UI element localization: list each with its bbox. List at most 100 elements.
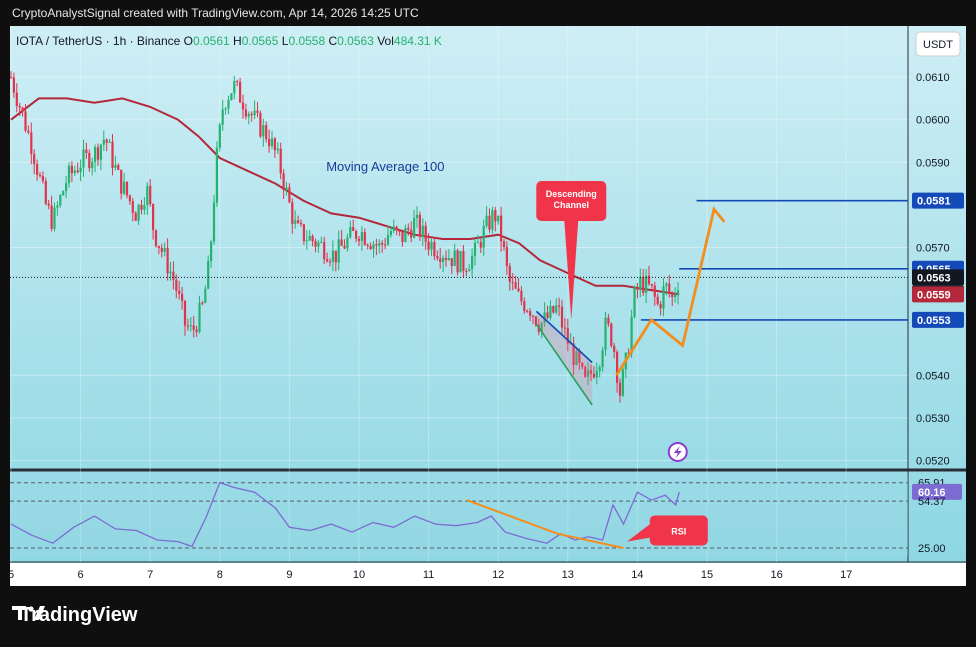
candle-body — [24, 111, 27, 131]
time-tick-label: 12 — [492, 569, 504, 581]
candle-body — [381, 242, 384, 245]
candle-body — [560, 306, 564, 328]
candle-body — [59, 195, 62, 206]
candle-body — [250, 113, 253, 116]
time-tick-label: 16 — [770, 569, 782, 581]
candle-body — [44, 181, 47, 204]
candle-body — [636, 287, 639, 290]
candle-body — [355, 230, 358, 239]
candle-body — [549, 306, 552, 318]
candle-body — [479, 242, 482, 248]
candle-body — [595, 371, 598, 378]
candle-body — [218, 124, 221, 148]
legend-part: 0.0565 — [242, 34, 282, 48]
candle-body — [125, 181, 129, 196]
price-chart-svg[interactable]: Moving Average 100DescendingChannel RSI … — [10, 26, 966, 586]
candle-body — [262, 125, 265, 137]
candle-body — [676, 290, 680, 295]
candle-body — [201, 302, 204, 304]
candle-body — [653, 285, 656, 297]
price-tick-label: 0.0530 — [916, 413, 950, 425]
candle-body — [340, 239, 343, 246]
candle-body — [18, 105, 21, 108]
candle-body — [157, 245, 160, 248]
candle-body — [53, 207, 56, 229]
candle-body — [502, 241, 506, 248]
candle-body — [401, 232, 404, 242]
candle-body — [134, 212, 137, 221]
candle-body — [375, 244, 378, 246]
candle-body — [395, 226, 398, 231]
candle-body — [398, 230, 401, 233]
candle-body — [523, 301, 526, 312]
candle-body — [30, 132, 33, 154]
candle-body — [215, 147, 218, 203]
chart-attribution: CryptoAnalystSignal created with Trading… — [12, 6, 419, 20]
price-label-text: 0.0559 — [917, 289, 951, 301]
candle-body — [137, 204, 140, 221]
candle-body — [613, 345, 616, 353]
candle-body — [230, 93, 233, 100]
candle-body — [650, 284, 653, 286]
rsi-tick-label: 25.00 — [918, 543, 946, 555]
candle-body — [114, 164, 117, 168]
price-tick-label: 0.0610 — [916, 72, 950, 84]
candle-body — [433, 242, 436, 257]
price-tick-label: 0.0520 — [916, 455, 950, 467]
candle-body — [662, 286, 665, 309]
candle-body — [520, 290, 523, 302]
candle-body — [546, 312, 549, 318]
candle-body — [352, 227, 355, 231]
candle-body — [372, 244, 375, 250]
time-tick-label: 5 — [10, 569, 14, 581]
candle-body — [610, 323, 613, 346]
candle-body — [253, 110, 256, 116]
time-tick-label: 17 — [840, 569, 852, 581]
candle-body — [421, 225, 424, 237]
candle-body — [195, 329, 198, 332]
price-label-text: 0.0581 — [917, 196, 951, 208]
footer-brand: TradingView — [12, 604, 137, 627]
candle-body — [366, 244, 369, 246]
candle-body — [384, 244, 387, 246]
candle-body — [276, 148, 279, 151]
candle-body — [67, 165, 71, 184]
candle-body — [311, 235, 314, 242]
candle-body — [476, 242, 479, 244]
candle-body — [410, 229, 413, 238]
price-tick-label: 0.0590 — [916, 157, 950, 169]
candle-body — [369, 245, 372, 250]
candle-body — [120, 169, 123, 194]
candle-body — [314, 241, 317, 247]
chart-area[interactable]: Moving Average 100 Descending Channel RSI … — [10, 26, 966, 586]
candle-body — [236, 80, 239, 82]
candle-body — [592, 373, 595, 378]
price-tick-label: 0.0570 — [916, 243, 950, 255]
candle-body — [558, 305, 561, 307]
candle-body — [62, 191, 65, 196]
candle-body — [94, 147, 97, 162]
candle-body — [140, 204, 143, 210]
candle-body — [444, 258, 448, 260]
candle-body — [360, 232, 363, 241]
candle-body — [21, 107, 24, 112]
candle-body — [436, 256, 439, 259]
candle-body — [317, 242, 320, 247]
candle-body — [671, 293, 674, 298]
candle-body — [117, 164, 120, 170]
candle-body — [604, 317, 607, 351]
candle-body — [189, 325, 192, 327]
candle-body — [665, 283, 668, 287]
candle-body — [378, 242, 381, 246]
candle-body — [160, 247, 163, 252]
candle-body — [424, 225, 427, 242]
candle-body — [282, 173, 285, 191]
candle-body — [407, 228, 410, 230]
candle-body — [616, 352, 619, 383]
candle-body — [299, 223, 303, 225]
candle-body — [415, 214, 419, 218]
candle-body — [88, 152, 91, 169]
time-axis-background — [10, 563, 966, 586]
candle-body — [392, 226, 395, 232]
candle-body — [192, 325, 195, 330]
